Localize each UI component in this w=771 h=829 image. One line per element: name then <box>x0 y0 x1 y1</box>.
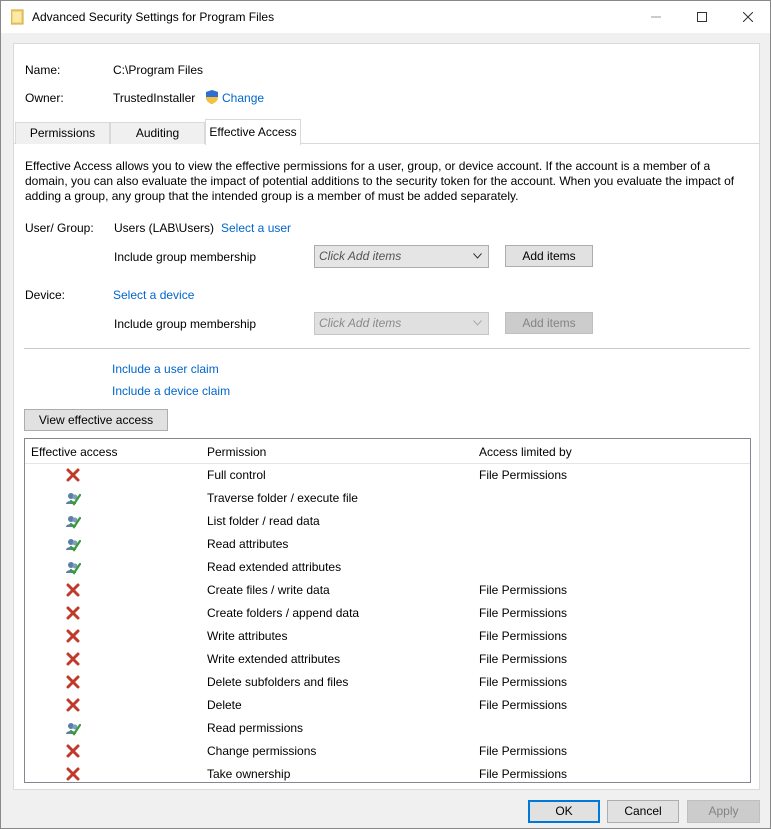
owner-label: Owner: <box>25 91 64 105</box>
user-include-group-label: Include group membership <box>114 250 257 264</box>
name-label: Name: <box>25 63 61 77</box>
permission-name: Full control <box>207 468 266 482</box>
column-header-permission[interactable]: Permission <box>207 445 266 459</box>
table-row[interactable]: Change permissions File Permissions <box>25 740 750 763</box>
access-limited-by: File Permissions <box>479 468 568 482</box>
access-limited-by: File Permissions <box>479 698 568 712</box>
table-row[interactable]: Full control File Permissions <box>25 464 750 487</box>
owner-value: TrustedInstaller <box>113 91 196 105</box>
access-limited-by: File Permissions <box>479 767 568 781</box>
permission-name: Read attributes <box>207 537 289 551</box>
access-limited-by: File Permissions <box>479 606 568 620</box>
tab-permissions[interactable]: Permissions <box>15 122 110 144</box>
users-allowed-icon <box>66 723 81 736</box>
deny-x-icon <box>66 698 80 712</box>
deny-x-icon <box>66 675 80 689</box>
device-group-membership-dropdown[interactable]: Click Add items <box>314 312 489 335</box>
table-row[interactable]: Write attributes File Permissions <box>25 625 750 648</box>
user-dropdown-placeholder: Click Add items <box>319 249 402 263</box>
deny-x-icon <box>66 606 80 620</box>
table-row[interactable]: Traverse folder / execute file <box>25 487 750 510</box>
permission-name: Write attributes <box>207 629 288 643</box>
dialog-window: Advanced Security Settings for Program F… <box>0 0 771 829</box>
table-row[interactable]: Read extended attributes <box>25 556 750 579</box>
permission-name: Write extended attributes <box>207 652 341 666</box>
view-effective-access-button[interactable]: View effective access <box>24 409 168 431</box>
uac-shield-icon <box>206 90 218 104</box>
tab-auditing[interactable]: Auditing <box>110 122 205 144</box>
deny-x-icon <box>66 468 80 482</box>
permission-name: Create folders / append data <box>207 606 360 620</box>
users-allowed-icon <box>66 493 81 506</box>
select-device-link[interactable]: Select a device <box>113 288 194 302</box>
effective-access-description: Effective Access allows you to view the … <box>25 159 735 203</box>
change-owner-link[interactable]: Change <box>222 91 264 105</box>
device-add-items-button[interactable]: Add items <box>505 312 593 334</box>
column-header-access-limited-by[interactable]: Access limited by <box>479 445 572 459</box>
permission-name: Delete subfolders and files <box>207 675 349 689</box>
deny-x-icon <box>66 629 80 643</box>
folder-icon <box>11 9 24 25</box>
table-row[interactable]: Create files / write data File Permission… <box>25 579 750 602</box>
deny-x-icon <box>66 583 80 597</box>
table-row[interactable]: Read attributes <box>25 533 750 556</box>
user-add-items-button[interactable]: Add items <box>505 245 593 267</box>
users-allowed-icon <box>66 539 81 552</box>
separator <box>24 348 750 349</box>
deny-x-icon <box>66 744 80 758</box>
device-dropdown-placeholder: Click Add items <box>319 316 402 330</box>
deny-x-icon <box>66 652 80 666</box>
cancel-button[interactable]: Cancel <box>607 800 679 823</box>
permission-name: Create files / write data <box>207 583 330 597</box>
close-button[interactable] <box>725 1 771 33</box>
table-row[interactable]: Take ownership File Permissions <box>25 763 750 786</box>
permission-name: Read permissions <box>207 721 304 735</box>
window-title: Advanced Security Settings for Program F… <box>32 10 275 24</box>
chevron-down-icon <box>473 320 482 326</box>
table-row[interactable]: Delete File Permissions <box>25 694 750 717</box>
table-row[interactable]: List folder / read data <box>25 510 750 533</box>
select-user-link[interactable]: Select a user <box>221 221 291 235</box>
user-group-value: Users (LAB\Users) <box>114 221 215 235</box>
include-user-claim-link[interactable]: Include a user claim <box>112 362 219 376</box>
access-limited-by: File Permissions <box>479 744 568 758</box>
permission-name: List folder / read data <box>207 514 320 528</box>
users-allowed-icon <box>66 516 81 529</box>
include-device-claim-link[interactable]: Include a device claim <box>112 384 230 398</box>
access-limited-by: File Permissions <box>479 583 568 597</box>
access-limited-by: File Permissions <box>479 629 568 643</box>
device-include-group-label: Include group membership <box>114 317 257 331</box>
user-group-label: User/ Group: <box>25 221 94 235</box>
permission-name: Traverse folder / execute file <box>207 491 358 505</box>
apply-button[interactable]: Apply <box>687 800 760 823</box>
deny-x-icon <box>66 767 80 781</box>
content-panel: Name: C:\Program Files Owner: TrustedIns… <box>13 43 760 790</box>
permission-name: Take ownership <box>207 767 291 781</box>
permission-name: Change permissions <box>207 744 317 758</box>
table-row[interactable]: Read permissions <box>25 717 750 740</box>
title-bar[interactable]: Advanced Security Settings for Program F… <box>1 1 770 33</box>
user-group-membership-dropdown[interactable]: Click Add items <box>314 245 489 268</box>
permission-name: Read extended attributes <box>207 560 342 574</box>
chevron-down-icon <box>473 253 482 259</box>
access-limited-by: File Permissions <box>479 675 568 689</box>
tab-effective-access[interactable]: Effective Access <box>205 119 301 145</box>
minimize-icon <box>651 16 661 18</box>
table-row[interactable]: Delete subfolders and files File Permissi… <box>25 671 750 694</box>
name-value: C:\Program Files <box>113 63 204 77</box>
column-header-effective-access[interactable]: Effective access <box>31 445 117 459</box>
permission-name: Delete <box>207 698 242 712</box>
ok-button[interactable]: OK <box>528 800 600 823</box>
minimize-button[interactable] <box>633 1 679 33</box>
users-allowed-icon <box>66 562 81 575</box>
device-label: Device: <box>25 288 66 302</box>
table-row[interactable]: Write extended attributes File Permission… <box>25 648 750 671</box>
access-limited-by: File Permissions <box>479 652 568 666</box>
close-icon <box>743 12 753 22</box>
table-row[interactable]: Create folders / append data File Permiss… <box>25 602 750 625</box>
maximize-button[interactable] <box>679 1 725 33</box>
effective-access-table[interactable]: Effective access Permission Access limit… <box>24 438 751 783</box>
maximize-icon <box>697 12 707 22</box>
